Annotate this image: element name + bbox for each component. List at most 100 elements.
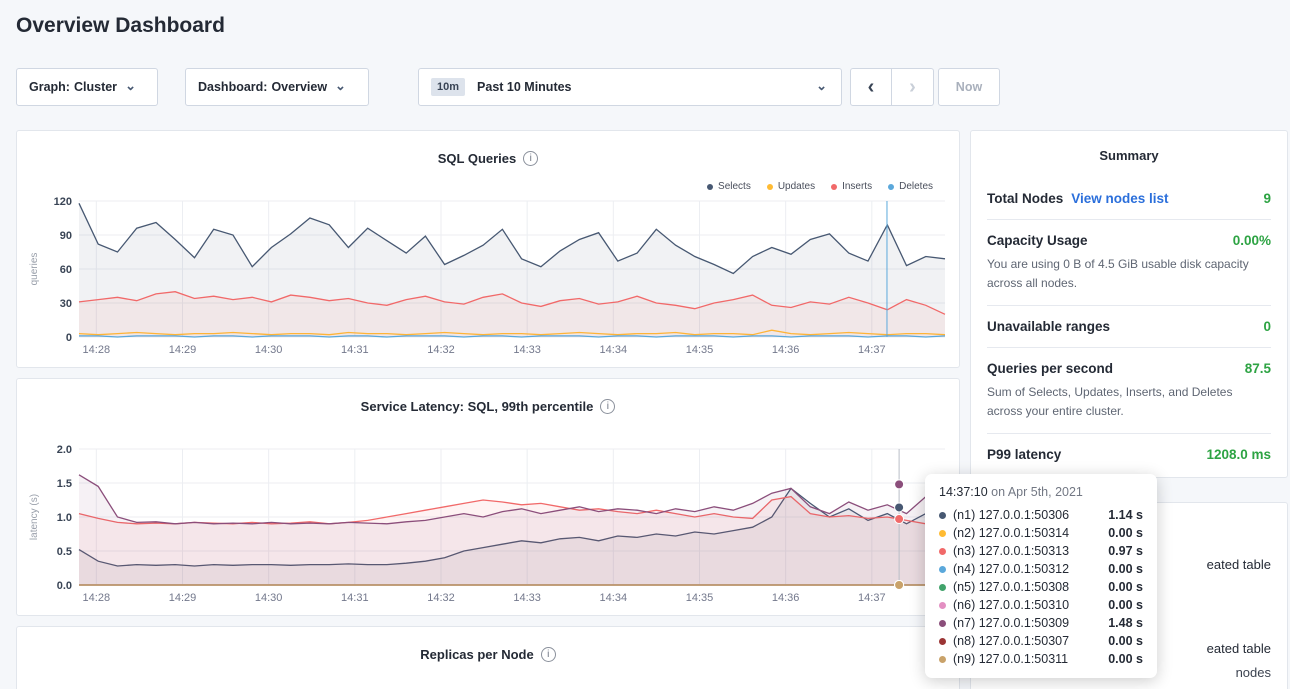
view-nodes-link[interactable]: View nodes list bbox=[1071, 191, 1168, 206]
tooltip-row: (n1) 127.0.0.1:50306 1.14 s bbox=[939, 506, 1143, 524]
unavailable-ranges-label: Unavailable ranges bbox=[987, 319, 1110, 334]
series-dot-icon bbox=[939, 512, 946, 519]
tooltip-node-label: (n6) 127.0.0.1:50310 bbox=[953, 598, 1069, 612]
svg-text:14:30: 14:30 bbox=[255, 592, 283, 604]
legend-label: Selects bbox=[718, 181, 751, 192]
summary-panel: Summary Total Nodes View nodes list 9 Ca… bbox=[970, 130, 1288, 478]
unavailable-ranges-value: 0 bbox=[1263, 319, 1271, 334]
svg-text:120: 120 bbox=[54, 196, 72, 208]
tooltip-timestamp: 14:37:10 on Apr 5th, 2021 bbox=[939, 485, 1143, 499]
svg-text:14:35: 14:35 bbox=[686, 344, 714, 356]
queries-per-second-subtext: Sum of Selects, Updates, Inserts, and De… bbox=[987, 383, 1271, 420]
time-range-badge: 10m bbox=[431, 78, 465, 96]
series-dot-icon bbox=[939, 638, 946, 645]
tooltip-row: (n9) 127.0.0.1:50311 0.00 s bbox=[939, 650, 1143, 668]
tooltip-node-value: 0.00 s bbox=[1108, 562, 1143, 576]
tooltip-row: (n7) 127.0.0.1:503091.48 s bbox=[939, 614, 1143, 632]
event-text-fragment: eated table bbox=[1207, 557, 1271, 572]
series-dot-icon bbox=[939, 602, 946, 609]
service-latency-header: Service Latency: SQL, 99th percentile i bbox=[17, 399, 959, 414]
sql-queries-legend: Selects Updates Inserts Deletes bbox=[707, 181, 933, 192]
event-text-fragment: eated table bbox=[1207, 641, 1271, 656]
tooltip-node-label: (n1) 127.0.0.1:50306 bbox=[953, 508, 1069, 522]
p99-latency-label: P99 latency bbox=[987, 447, 1061, 462]
unavailable-ranges-row: Unavailable ranges 0 bbox=[987, 305, 1271, 347]
dashboard-dropdown[interactable]: Dashboard: Overview ⌄ bbox=[185, 68, 369, 106]
info-icon[interactable]: i bbox=[523, 151, 538, 166]
now-button[interactable]: Now bbox=[938, 68, 1000, 106]
chevron-down-icon: ⌄ bbox=[335, 79, 346, 92]
tooltip-date: on Apr 5th, 2021 bbox=[988, 485, 1083, 499]
tooltip-node-value: 0.00 s bbox=[1108, 580, 1143, 594]
svg-text:14:33: 14:33 bbox=[513, 344, 541, 356]
replicas-per-node-panel: Replicas per Node i bbox=[16, 626, 960, 689]
info-icon[interactable]: i bbox=[541, 647, 556, 662]
legend-dot-icon bbox=[888, 184, 894, 190]
svg-text:14:34: 14:34 bbox=[600, 592, 628, 604]
tooltip-node-label: (n4) 127.0.0.1:50312 bbox=[953, 562, 1069, 576]
event-text-fragment: nodes bbox=[1236, 665, 1271, 680]
replicas-header: Replicas per Node i bbox=[17, 647, 959, 662]
queries-per-second-value: 87.5 bbox=[1245, 361, 1271, 376]
series-dot-icon bbox=[939, 548, 946, 555]
total-nodes-label: Total Nodes bbox=[987, 191, 1063, 206]
replicas-title: Replicas per Node bbox=[420, 647, 533, 662]
info-icon[interactable]: i bbox=[600, 399, 615, 414]
tooltip-node-value: 0.00 s bbox=[1108, 526, 1143, 540]
svg-text:14:36: 14:36 bbox=[772, 592, 800, 604]
series-dot-icon bbox=[939, 566, 946, 573]
service-latency-title: Service Latency: SQL, 99th percentile bbox=[361, 399, 594, 414]
time-range-picker[interactable]: 10m Past 10 Minutes ⌄ bbox=[418, 68, 842, 106]
tooltip-node-value: 0.00 s bbox=[1108, 652, 1143, 666]
next-time-button[interactable]: › bbox=[892, 68, 934, 106]
svg-text:14:34: 14:34 bbox=[600, 344, 628, 356]
sql-queries-title: SQL Queries bbox=[438, 151, 517, 166]
tooltip-node-label: (n5) 127.0.0.1:50308 bbox=[953, 580, 1069, 594]
svg-text:14:29: 14:29 bbox=[169, 592, 197, 604]
legend-label: Inserts bbox=[842, 181, 872, 192]
tooltip-node-value: 1.14 s bbox=[1108, 508, 1143, 522]
chart-tooltip: 14:37:10 on Apr 5th, 2021 (n1) 127.0.0.1… bbox=[925, 474, 1157, 678]
svg-text:2.0: 2.0 bbox=[57, 444, 72, 456]
legend-dot-icon bbox=[707, 184, 713, 190]
p99-latency-value: 1208.0 ms bbox=[1206, 447, 1271, 462]
chevron-right-icon: › bbox=[909, 76, 916, 99]
svg-text:14:28: 14:28 bbox=[83, 344, 111, 356]
capacity-usage-value: 0.00% bbox=[1233, 233, 1271, 248]
svg-text:14:29: 14:29 bbox=[169, 344, 197, 356]
legend-label: Updates bbox=[778, 181, 815, 192]
legend-item-selects[interactable]: Selects bbox=[707, 181, 751, 192]
tooltip-row: (n4) 127.0.0.1:50312 0.00 s bbox=[939, 560, 1143, 578]
graph-dropdown[interactable]: Graph: Cluster ⌄ bbox=[16, 68, 158, 106]
svg-text:14:32: 14:32 bbox=[427, 592, 455, 604]
service-latency-chart[interactable]: 0.00.51.01.52.014:2814:2914:3014:3114:32… bbox=[25, 441, 951, 607]
series-dot-icon bbox=[939, 620, 946, 627]
legend-item-updates[interactable]: Updates bbox=[767, 181, 815, 192]
tooltip-node-label: (n3) 127.0.0.1:50313 bbox=[953, 544, 1069, 558]
prev-time-button[interactable]: ‹ bbox=[850, 68, 892, 106]
tooltip-row: (n6) 127.0.0.1:50310 0.00 s bbox=[939, 596, 1143, 614]
total-nodes-value: 9 bbox=[1263, 191, 1271, 206]
svg-text:0.0: 0.0 bbox=[57, 580, 72, 592]
series-dot-icon bbox=[939, 530, 946, 537]
tooltip-row: (n2) 127.0.0.1:50314 0.00 s bbox=[939, 524, 1143, 542]
svg-text:14:28: 14:28 bbox=[83, 592, 111, 604]
total-nodes-row: Total Nodes View nodes list 9 bbox=[987, 178, 1271, 219]
tooltip-row: (n8) 127.0.0.1:503070.00 s bbox=[939, 632, 1143, 650]
capacity-usage-row: Capacity Usage 0.00% You are using 0 B o… bbox=[987, 219, 1271, 305]
legend-label: Deletes bbox=[899, 181, 933, 192]
sql-queries-chart[interactable]: 030609012014:2814:2914:3014:3114:3214:33… bbox=[25, 193, 951, 359]
svg-text:1.5: 1.5 bbox=[57, 478, 72, 490]
chevron-down-icon: ⌄ bbox=[125, 79, 136, 92]
graph-dropdown-value: Cluster bbox=[74, 80, 117, 94]
legend-item-deletes[interactable]: Deletes bbox=[888, 181, 933, 192]
tooltip-node-label: (n9) 127.0.0.1:50311 bbox=[953, 652, 1068, 666]
tooltip-node-value: 0.00 s bbox=[1108, 598, 1143, 612]
queries-per-second-row: Queries per second 87.5 Sum of Selects, … bbox=[987, 347, 1271, 433]
legend-item-inserts[interactable]: Inserts bbox=[831, 181, 872, 192]
svg-text:14:37: 14:37 bbox=[858, 592, 886, 604]
tooltip-node-label: (n2) 127.0.0.1:50314 bbox=[953, 526, 1069, 540]
sql-queries-header: SQL Queries i bbox=[17, 151, 959, 166]
overview-dashboard-page: Overview Dashboard Graph: Cluster ⌄ Dash… bbox=[0, 0, 1290, 689]
chevron-left-icon: ‹ bbox=[868, 76, 875, 99]
